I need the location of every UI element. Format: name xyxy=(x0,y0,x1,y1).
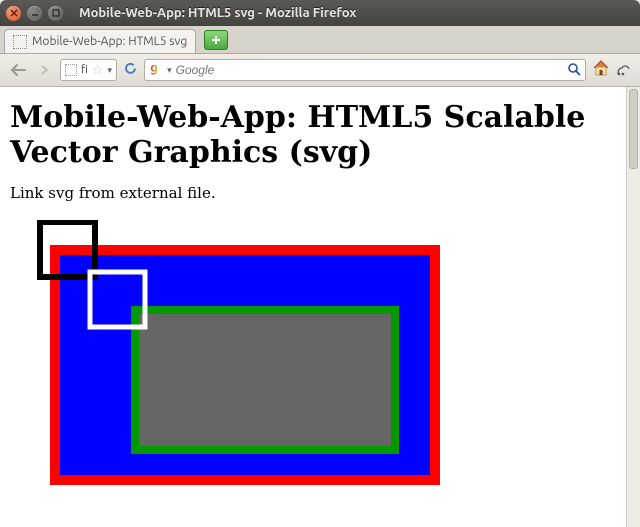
tab-favicon xyxy=(13,35,27,49)
bookmark-star-icon[interactable]: ☆ xyxy=(92,63,104,78)
url-dropdown-icon[interactable]: ▾ xyxy=(108,65,113,76)
svg-graphic xyxy=(35,220,455,490)
url-bar[interactable]: fi ☆ ▾ xyxy=(60,59,117,81)
new-tab-button[interactable] xyxy=(204,30,228,50)
search-engine-dropdown-icon[interactable]: ▾ xyxy=(167,65,172,76)
search-input[interactable] xyxy=(176,63,563,77)
page-heading: Mobile-Web-App: HTML5 Scalable Vector Gr… xyxy=(10,101,616,170)
back-button[interactable] xyxy=(8,60,28,80)
reload-button[interactable] xyxy=(123,61,138,79)
tab-label: Mobile-Web-App: HTML5 svg xyxy=(32,35,187,48)
search-box[interactable]: ▾ xyxy=(144,59,586,81)
browser-tab[interactable]: Mobile-Web-App: HTML5 svg xyxy=(4,29,196,53)
nav-toolbar: fi ☆ ▾ ▾ xyxy=(0,54,640,87)
window-titlebar: Mobile-Web-App: HTML5 svg - Mozilla Fire… xyxy=(0,0,640,26)
scrollbar-thumb[interactable] xyxy=(629,89,638,169)
addon-icon[interactable] xyxy=(616,62,632,79)
window-close-button[interactable] xyxy=(6,6,21,21)
page-identity-icon xyxy=(65,64,77,76)
forward-button[interactable] xyxy=(34,60,54,80)
home-button[interactable] xyxy=(592,59,610,81)
window-title: Mobile-Web-App: HTML5 svg - Mozilla Fire… xyxy=(79,6,356,20)
vertical-scrollbar[interactable] xyxy=(626,87,640,527)
search-submit-icon[interactable] xyxy=(567,62,581,79)
window-maximize-button[interactable] xyxy=(48,6,63,21)
window-minimize-button[interactable] xyxy=(27,6,42,21)
page-paragraph: Link svg from external file. xyxy=(10,184,616,202)
google-icon xyxy=(149,63,163,77)
tab-strip: Mobile-Web-App: HTML5 svg xyxy=(0,26,640,54)
url-text: fi xyxy=(81,64,88,76)
page-content: Mobile-Web-App: HTML5 Scalable Vector Gr… xyxy=(0,87,626,527)
